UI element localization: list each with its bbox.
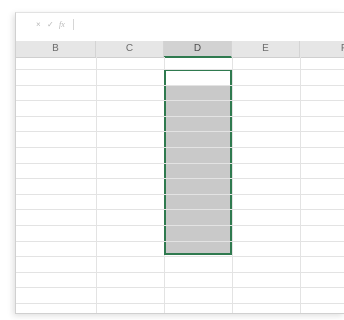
row-divider	[16, 303, 344, 304]
row-divider	[16, 131, 344, 132]
confirm-entry-icon[interactable]: ✓	[47, 20, 54, 30]
selected-cell-range[interactable]	[164, 69, 232, 255]
formula-bar-divider	[73, 19, 74, 30]
row-divider	[16, 147, 344, 148]
formula-bar: × ✓ fx	[16, 13, 344, 39]
column-header-f[interactable]: F	[300, 41, 344, 57]
row-divider	[16, 209, 344, 210]
row-divider	[16, 100, 344, 101]
column-divider	[96, 57, 97, 313]
insert-function-icon[interactable]: fx	[59, 20, 65, 30]
row-divider	[16, 69, 344, 70]
row-divider	[16, 85, 344, 86]
cell-grid[interactable]	[16, 57, 344, 313]
row-divider	[16, 241, 344, 242]
column-header-b[interactable]: B	[16, 41, 96, 57]
column-header-c[interactable]: C	[96, 41, 164, 57]
cancel-entry-icon[interactable]: ×	[36, 20, 41, 30]
column-divider	[232, 57, 233, 313]
spreadsheet-window: × ✓ fx B C D E F	[15, 12, 344, 314]
column-divider	[300, 57, 301, 313]
column-header-bar: B C D E F	[16, 41, 344, 58]
row-divider	[16, 272, 344, 273]
column-header-e[interactable]: E	[232, 41, 300, 57]
row-divider	[16, 163, 344, 164]
row-divider	[16, 287, 344, 288]
row-divider	[16, 194, 344, 195]
column-header-d[interactable]: D	[164, 41, 232, 58]
row-divider	[16, 225, 344, 226]
row-divider	[16, 178, 344, 179]
active-cell[interactable]	[166, 71, 230, 86]
row-divider	[16, 116, 344, 117]
row-divider	[16, 256, 344, 257]
